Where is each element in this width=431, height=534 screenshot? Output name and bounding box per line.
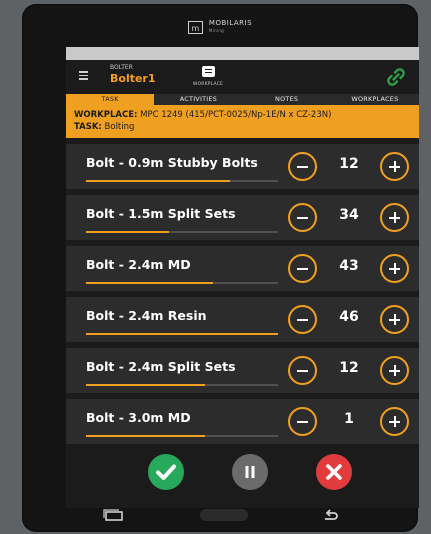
- menu-icon[interactable]: [79, 71, 88, 82]
- bolt-progress-fill: [86, 333, 278, 335]
- decrement-button[interactable]: [288, 356, 317, 385]
- chat-icon: [201, 66, 215, 77]
- tablet-frame: m MOBILARIS Mining BOLTER Bolter1 WORKPL…: [22, 4, 419, 532]
- bolt-progress-bar: [86, 333, 278, 335]
- brand-tagline: Mining: [208, 28, 225, 33]
- task-info-banner: WORKPLACE: MPC 1249 (415/PCT-0025/Np-1E/…: [66, 105, 419, 138]
- x-icon: [326, 464, 342, 480]
- decrement-button[interactable]: [288, 407, 317, 436]
- increment-button[interactable]: [380, 254, 409, 283]
- link-icon[interactable]: [387, 68, 405, 86]
- app-header: BOLTER Bolter1 WORKPLACE: [66, 60, 419, 94]
- bolt-progress-fill: [86, 282, 213, 284]
- pause-icon: [245, 466, 255, 478]
- brand-name: MOBILARIS: [208, 19, 253, 27]
- user-role: BOLTER: [110, 64, 133, 71]
- back-icon[interactable]: [322, 508, 338, 522]
- tab-notes[interactable]: NOTES: [243, 94, 331, 105]
- tab-activities[interactable]: ACTIVITIES: [154, 94, 242, 105]
- decrement-button[interactable]: [288, 152, 317, 181]
- bolt-row: Bolt - 2.4m MD 43: [66, 246, 419, 291]
- app-screen: BOLTER Bolter1 WORKPLACE TASK ACTIVITIES…: [66, 47, 419, 508]
- increment-button[interactable]: [380, 356, 409, 385]
- bolt-progress-bar: [86, 282, 278, 284]
- bolt-quantity: 43: [339, 258, 359, 274]
- checkmark-icon: [156, 464, 176, 480]
- bolt-progress-bar: [86, 384, 278, 386]
- action-bar: [66, 452, 419, 492]
- task-value: Bolting: [104, 122, 135, 132]
- bolt-label: Bolt - 2.4m Split Sets: [86, 359, 236, 374]
- tab-workplaces[interactable]: WORKPLACES: [331, 94, 419, 105]
- pause-button[interactable]: [232, 454, 268, 490]
- tab-bar: TASK ACTIVITIES NOTES WORKPLACES: [66, 94, 419, 105]
- increment-button[interactable]: [380, 152, 409, 181]
- status-bar: [66, 47, 419, 60]
- workplace-line: WORKPLACE: MPC 1249 (415/PCT-0025/Np-1E/…: [74, 109, 411, 121]
- android-nav-bar: [22, 498, 418, 532]
- increment-button[interactable]: [380, 407, 409, 436]
- decrement-button[interactable]: [288, 254, 317, 283]
- bolt-quantity: 12: [339, 360, 359, 376]
- tab-task[interactable]: TASK: [66, 94, 155, 105]
- workplace-button-label: WORKPLACE: [192, 82, 224, 87]
- bolt-row: Bolt - 0.9m Stubby Bolts 12: [66, 144, 419, 189]
- bolt-row: Bolt - 2.4m Split Sets 12: [66, 348, 419, 393]
- home-button[interactable]: [200, 509, 248, 521]
- workplace-button[interactable]: WORKPLACE: [178, 66, 238, 94]
- cancel-button[interactable]: [316, 454, 352, 490]
- bolt-quantity: 1: [344, 411, 354, 427]
- workplace-label: WORKPLACE:: [74, 110, 138, 120]
- bolt-label: Bolt - 2.4m MD: [86, 257, 191, 272]
- bolt-progress-bar: [86, 180, 278, 182]
- bolt-progress-fill: [86, 231, 169, 233]
- confirm-button[interactable]: [148, 454, 184, 490]
- bolt-progress-fill: [86, 435, 206, 437]
- bolt-quantity: 34: [339, 207, 359, 223]
- brand-logo-icon: m: [187, 20, 203, 34]
- device-brand: m MOBILARIS Mining: [22, 18, 418, 36]
- workplace-value: MPC 1249 (415/PCT-0025/Np-1E/N x CZ-23N): [140, 110, 332, 120]
- increment-button[interactable]: [380, 305, 409, 334]
- decrement-button[interactable]: [288, 203, 317, 232]
- bolt-progress-fill: [86, 180, 230, 182]
- bolt-row: Bolt - 2.4m Resin 46: [66, 297, 419, 342]
- user-name: Bolter1: [110, 72, 156, 85]
- recent-apps-icon[interactable]: [102, 509, 124, 521]
- decrement-button[interactable]: [288, 305, 317, 334]
- bolt-progress-bar: [86, 231, 278, 233]
- bolt-progress-fill: [86, 384, 206, 386]
- task-label: TASK:: [74, 122, 102, 132]
- bolt-row: Bolt - 3.0m MD 1: [66, 399, 419, 444]
- bolt-label: Bolt - 1.5m Split Sets: [86, 206, 236, 221]
- bolt-progress-bar: [86, 435, 278, 437]
- bolt-quantity: 12: [339, 156, 359, 172]
- bolt-label: Bolt - 0.9m Stubby Bolts: [86, 155, 258, 170]
- bolt-quantity: 46: [339, 309, 359, 325]
- bolt-label: Bolt - 2.4m Resin: [86, 308, 207, 323]
- bolt-row: Bolt - 1.5m Split Sets 34: [66, 195, 419, 240]
- increment-button[interactable]: [380, 203, 409, 232]
- bolt-label: Bolt - 3.0m MD: [86, 410, 191, 425]
- task-line: TASK: Bolting: [74, 121, 411, 133]
